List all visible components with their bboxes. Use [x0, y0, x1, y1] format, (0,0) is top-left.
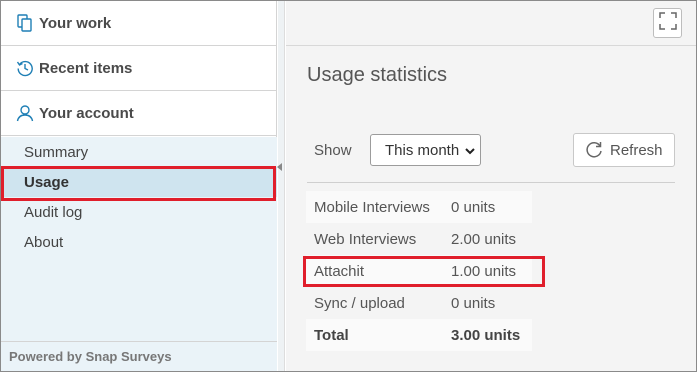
period-select-value: This month	[385, 141, 460, 159]
stats-row: Mobile Interviews 0 units	[306, 191, 532, 223]
stats-row: Sync / upload 0 units	[306, 287, 532, 319]
user-icon	[15, 103, 35, 123]
stats-row: Attachit 1.00 units	[306, 255, 532, 287]
nav-section-label: Your account	[39, 104, 134, 122]
submenu-item-about[interactable]: About	[1, 227, 277, 257]
submenu-item-usage[interactable]: Usage	[1, 167, 277, 197]
fullscreen-button[interactable]	[653, 8, 682, 38]
history-icon	[15, 58, 35, 78]
divider	[307, 182, 675, 183]
collapse-arrow-icon[interactable]	[276, 162, 284, 172]
stats-value: 0 units	[451, 198, 496, 216]
nav-section-your-work[interactable]: Your work	[1, 1, 277, 46]
nav-section-label: Your work	[39, 14, 112, 32]
refresh-label: Refresh	[610, 141, 663, 159]
stats-row: Web Interviews 2.00 units	[306, 223, 532, 255]
stats-value: 3.00 units	[451, 326, 521, 344]
sidebar-footer: Powered by Snap Surveys	[1, 341, 277, 371]
refresh-icon	[584, 140, 604, 160]
period-select[interactable]: This month	[370, 134, 481, 166]
show-label: Show	[314, 142, 352, 159]
sidebar: Your work Recent items Your account Summ…	[1, 1, 277, 371]
refresh-button[interactable]: Refresh	[573, 133, 675, 167]
chevron-down-icon	[464, 144, 476, 156]
top-toolbar	[286, 1, 696, 46]
stats-value: 0 units	[451, 294, 496, 312]
submenu-item-audit-log[interactable]: Audit log	[1, 197, 277, 227]
stats-label: Sync / upload	[314, 294, 405, 312]
stats-label: Total	[314, 326, 349, 344]
main-panel: Usage statistics Show This month Refresh…	[286, 1, 696, 371]
sidebar-splitter[interactable]	[278, 1, 285, 371]
documents-icon	[15, 13, 35, 33]
stats-label: Attachit	[314, 262, 365, 280]
stats-total-row: Total 3.00 units	[306, 319, 532, 351]
stats-value: 1.00 units	[451, 262, 517, 280]
nav-section-recent-items[interactable]: Recent items	[1, 46, 277, 91]
expand-icon	[658, 11, 677, 35]
stats-label: Mobile Interviews	[314, 198, 430, 216]
account-submenu: Summary Usage Audit log About	[1, 137, 277, 341]
submenu-item-summary[interactable]: Summary	[1, 137, 277, 167]
stats-label: Web Interviews	[314, 230, 417, 248]
nav-section-label: Recent items	[39, 59, 133, 77]
page-title: Usage statistics	[307, 64, 448, 86]
stats-value: 2.00 units	[451, 230, 517, 248]
nav-section-your-account[interactable]: Your account	[1, 91, 277, 136]
